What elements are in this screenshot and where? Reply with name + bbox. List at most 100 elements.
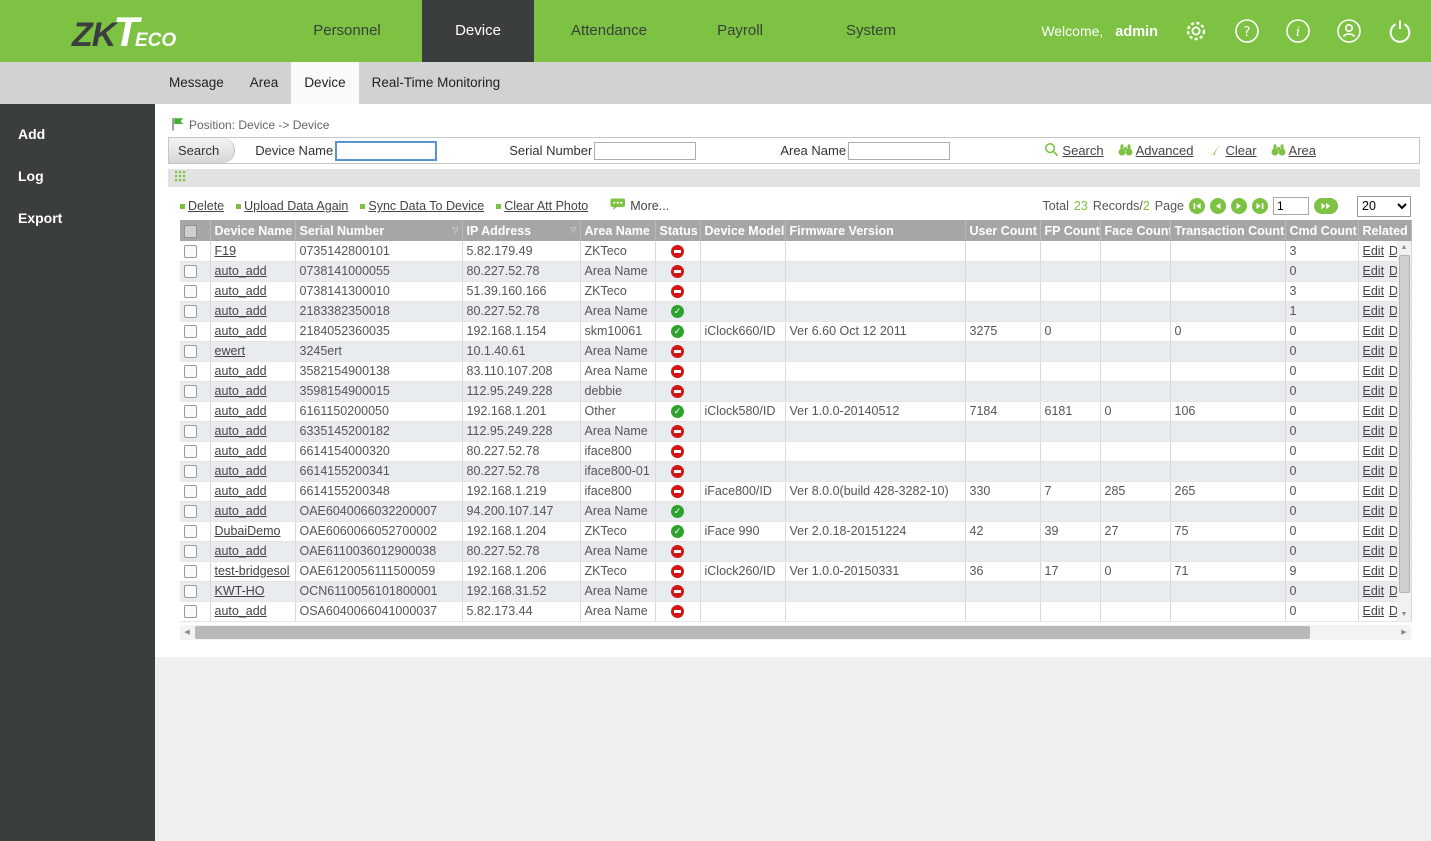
device-name-link[interactable]: auto_add [215, 444, 267, 458]
row-checkbox[interactable] [184, 465, 197, 479]
select-all-checkbox[interactable] [184, 224, 197, 238]
column-header-cmd-count[interactable]: Cmd Count [1285, 220, 1359, 241]
column-header-user-count[interactable]: User Count [965, 220, 1041, 241]
row-checkbox[interactable] [184, 244, 197, 258]
scroll-left-arrow-icon[interactable]: ◀ [180, 625, 194, 640]
row-checkbox[interactable] [184, 345, 197, 359]
area-name-input[interactable] [848, 141, 951, 160]
tab-message[interactable]: Message [156, 62, 237, 104]
device-name-link[interactable]: F19 [215, 244, 237, 258]
info-icon[interactable]: i [1284, 18, 1311, 45]
row-edit-link[interactable]: Edit [1363, 464, 1385, 478]
search-button[interactable]: Search [1044, 142, 1104, 160]
nav-item-personnel[interactable]: Personnel [291, 0, 403, 62]
user-account-icon[interactable] [1335, 18, 1362, 45]
row-checkbox[interactable] [184, 545, 197, 559]
row-edit-link[interactable]: Edit [1363, 384, 1385, 398]
scroll-right-arrow-icon[interactable]: ▶ [1397, 625, 1411, 640]
device-name-link[interactable]: auto_add [215, 484, 267, 498]
row-checkbox[interactable] [184, 285, 197, 299]
nav-item-device[interactable]: Device [422, 0, 534, 62]
device-name-link[interactable]: auto_add [215, 544, 267, 558]
row-edit-link[interactable]: Edit [1363, 324, 1385, 338]
vertical-scrollbar[interactable]: ▲ ▼ [1397, 241, 1411, 621]
device-name-link[interactable]: auto_add [215, 304, 267, 318]
sort-icon[interactable]: ▽ [452, 225, 458, 234]
device-name-link[interactable]: ewert [215, 344, 246, 358]
device-name-link[interactable]: auto_add [215, 404, 267, 418]
horizontal-scroll-thumb[interactable] [195, 625, 1310, 639]
device-name-link[interactable]: auto_add [215, 284, 267, 298]
help-icon[interactable]: ? [1233, 18, 1260, 45]
sidebar-item-export[interactable]: Export [0, 197, 155, 239]
page-size-select[interactable]: 20 [1357, 195, 1411, 217]
row-checkbox[interactable] [184, 425, 197, 439]
row-checkbox[interactable] [184, 405, 197, 419]
nav-item-attendance[interactable]: Attendance [553, 0, 665, 62]
device-name-link[interactable]: auto_add [215, 424, 267, 438]
row-edit-link[interactable]: Edit [1363, 244, 1385, 258]
power-logout-icon[interactable] [1386, 18, 1413, 45]
row-edit-link[interactable]: Edit [1363, 444, 1385, 458]
row-checkbox[interactable] [184, 365, 197, 379]
column-header-fp-count[interactable]: FP Count [1040, 220, 1101, 241]
sync-data-to-device-button[interactable]: Sync Data To Device [360, 199, 484, 213]
clear-att-photo-button[interactable]: Clear Att Photo [496, 199, 588, 213]
device-name-link[interactable]: test-bridgesol [215, 564, 290, 578]
settings-gear-icon[interactable] [1182, 18, 1209, 45]
row-checkbox[interactable] [184, 485, 197, 499]
advanced-button[interactable]: Advanced [1118, 143, 1193, 159]
row-edit-link[interactable]: Edit [1363, 564, 1385, 578]
scroll-up-arrow-icon[interactable]: ▲ [1397, 241, 1411, 254]
device-name-link[interactable]: auto_add [215, 364, 267, 378]
column-header-ip-address[interactable]: IP Address ▽ [462, 220, 581, 241]
device-name-input[interactable] [335, 140, 438, 161]
column-header-serial-number[interactable]: Serial Number ▽ [295, 220, 463, 241]
row-edit-link[interactable]: Edit [1363, 304, 1385, 318]
device-name-link[interactable]: KWT-HO [215, 584, 265, 598]
row-checkbox[interactable] [184, 445, 197, 459]
column-header-related[interactable]: Related [1358, 220, 1412, 241]
scroll-down-arrow-icon[interactable]: ▼ [1397, 608, 1411, 621]
row-edit-link[interactable]: Edit [1363, 504, 1385, 518]
device-name-link[interactable]: auto_add [215, 324, 267, 338]
clear-button[interactable]: Clear [1207, 143, 1257, 159]
row-edit-link[interactable]: Edit [1363, 584, 1385, 598]
device-name-link[interactable]: auto_add [215, 464, 267, 478]
sidebar-item-log[interactable]: Log [0, 155, 155, 197]
row-edit-link[interactable]: Edit [1363, 344, 1385, 358]
row-checkbox[interactable] [184, 505, 197, 519]
device-name-link[interactable]: auto_add [215, 604, 267, 618]
row-edit-link[interactable]: Edit [1363, 404, 1385, 418]
sidebar-item-add[interactable]: Add [0, 104, 155, 155]
row-edit-link[interactable]: Edit [1363, 364, 1385, 378]
upload-data-again-button[interactable]: Upload Data Again [236, 199, 348, 213]
row-checkbox[interactable] [184, 605, 197, 619]
tab-real-time-monitoring[interactable]: Real-Time Monitoring [359, 62, 514, 104]
nav-item-payroll[interactable]: Payroll [684, 0, 796, 62]
serial-number-input[interactable] [594, 141, 697, 160]
nav-item-system[interactable]: System [815, 0, 927, 62]
column-header-area-name[interactable]: Area Name [580, 220, 656, 241]
column-header-transaction-count[interactable]: Transaction Count [1170, 220, 1286, 241]
last-page-button[interactable] [1252, 198, 1268, 214]
row-edit-link[interactable]: Edit [1363, 544, 1385, 558]
row-edit-link[interactable]: Edit [1363, 524, 1385, 538]
row-edit-link[interactable]: Edit [1363, 484, 1385, 498]
tab-device[interactable]: Device [291, 62, 359, 104]
row-checkbox[interactable] [184, 565, 197, 579]
row-checkbox[interactable] [184, 525, 197, 539]
horizontal-scrollbar[interactable]: ◀ ▶ [180, 624, 1411, 640]
tab-area[interactable]: Area [237, 62, 292, 104]
next-page-button[interactable] [1231, 198, 1247, 214]
page-number-input[interactable] [1273, 197, 1309, 215]
column-header-status[interactable]: Status [655, 220, 701, 241]
go-to-page-button[interactable] [1314, 198, 1338, 214]
column-header-firmware-version[interactable]: Firmware Version [785, 220, 966, 241]
row-edit-link[interactable]: Edit [1363, 264, 1385, 278]
column-header-face-count[interactable]: Face Count [1100, 220, 1171, 241]
area-button[interactable]: Area [1271, 143, 1316, 159]
sort-icon[interactable]: ▽ [570, 225, 576, 234]
row-edit-link[interactable]: Edit [1363, 424, 1385, 438]
device-name-link[interactable]: auto_add [215, 264, 267, 278]
